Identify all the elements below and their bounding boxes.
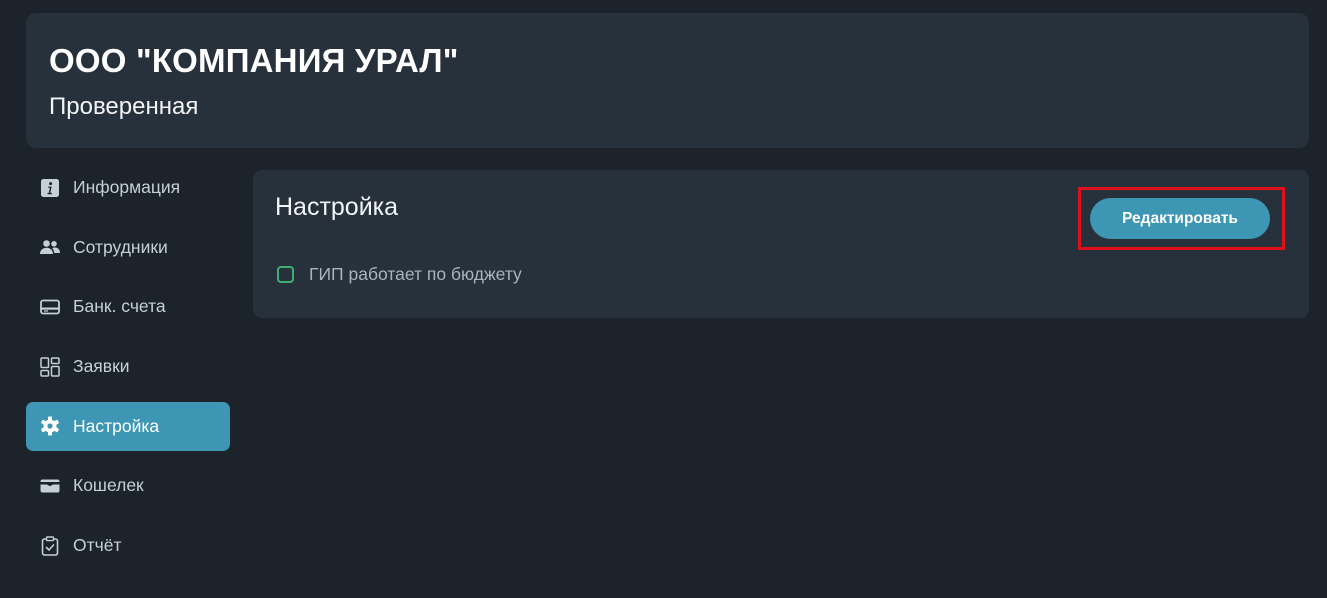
info-icon [40,178,60,198]
budget-checkbox[interactable] [277,266,294,283]
edit-button[interactable]: Редактировать [1090,198,1270,239]
sidebar-item-info[interactable]: Информация [26,163,230,212]
settings-card: Настройка Редактировать ГИП работает по … [253,170,1309,318]
gear-icon [40,416,60,436]
dashboard-grid-icon [40,356,60,377]
page: ООО "КОМПАНИЯ УРАЛ" Проверенная Информац… [0,0,1327,598]
company-status: Проверенная [49,93,199,120]
budget-checkbox-label: ГИП работает по бюджету [309,264,522,284]
wallet-icon [40,476,60,496]
sidebar-item-label: Настройка [73,415,160,436]
sidebar-item-label: Заявки [73,356,130,377]
clipboard-check-icon [40,535,60,556]
company-header: ООО "КОМПАНИЯ УРАЛ" Проверенная [26,13,1309,148]
sidebar-item-requests[interactable]: Заявки [26,342,230,391]
sidebar-item-label: Сотрудники [73,236,168,257]
credit-card-icon [40,297,60,317]
sidebar-item-settings[interactable]: Настройка [26,401,230,451]
company-name: ООО "КОМПАНИЯ УРАЛ" [49,42,459,79]
budget-checkbox-row[interactable]: ГИП работает по бюджету [277,264,522,285]
sidebar-item-bank-accounts[interactable]: Банк. счета [26,282,230,331]
sidebar-item-label: Кошелек [73,475,144,496]
users-icon [40,237,60,257]
sidebar-item-employees[interactable]: Сотрудники [26,223,230,272]
settings-title: Настройка [275,193,399,221]
sidebar-item-label: Информация [73,177,181,197]
sidebar-item-wallet[interactable]: Кошелек [26,461,230,510]
sidebar-item-label: Банк. счета [73,296,166,317]
sidebar-item-report[interactable]: Отчёт [26,521,230,570]
sidebar-item-label: Отчёт [73,535,122,556]
sidebar: Информация Сотрудники Банк. счета Заявки… [26,163,230,581]
